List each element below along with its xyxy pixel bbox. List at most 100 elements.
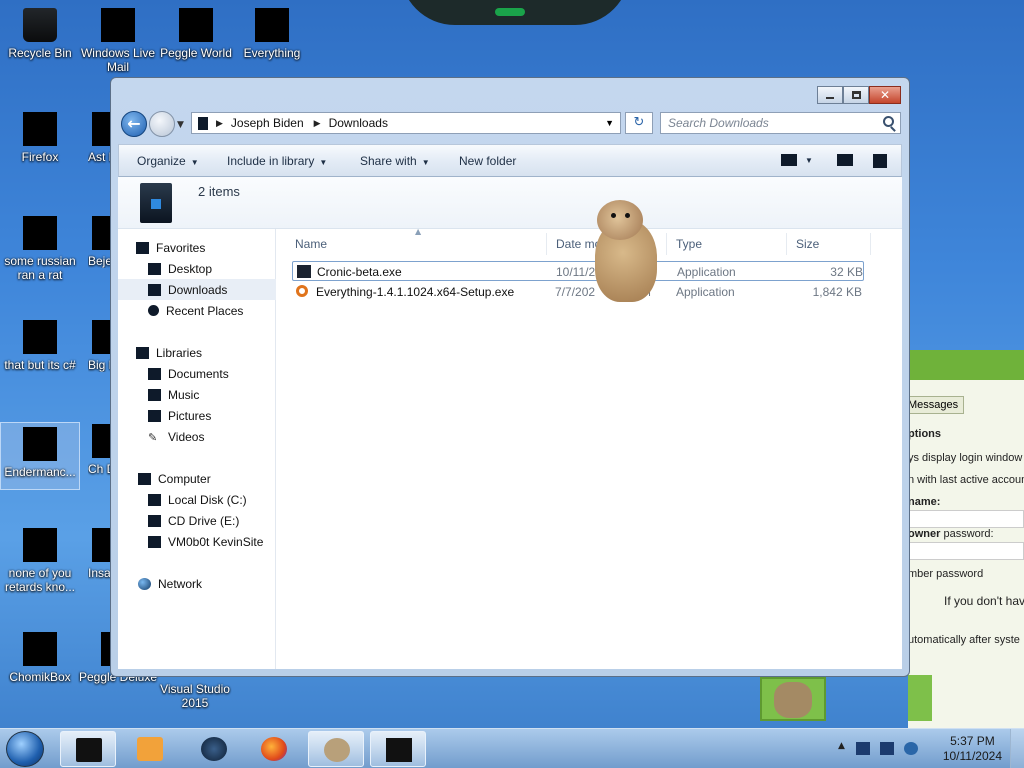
refresh-button[interactable]: ↻ <box>625 112 653 134</box>
nav-videos[interactable]: ✎ Videos <box>118 426 276 447</box>
desktop-icon-label: Everything <box>243 46 301 60</box>
view-options-dropdown[interactable]: ▼ <box>805 156 813 165</box>
nav-network[interactable]: Network <box>138 573 296 594</box>
username-field[interactable] <box>908 510 1024 528</box>
pictures-icon <box>148 409 161 422</box>
file-type: Application <box>677 265 736 279</box>
minimize-button[interactable] <box>817 86 843 104</box>
option-auto-login[interactable]: utomatically after syste <box>908 634 1020 646</box>
nav-computer[interactable]: Computer <box>138 468 296 489</box>
tray-app-icon[interactable] <box>856 742 870 755</box>
terminal-icon <box>386 738 412 762</box>
desktop-icon-some-russian[interactable]: some russian ran a rat <box>0 216 80 282</box>
search-icon[interactable] <box>883 116 894 127</box>
maximize-button[interactable] <box>843 86 869 104</box>
column-divider[interactable] <box>786 233 787 255</box>
file-row[interactable]: Everything-1.4.1.1024.x64-Setup.exe 7/7/… <box>292 282 864 302</box>
app-icon <box>23 528 57 562</box>
taskbar-explorer[interactable] <box>60 731 116 767</box>
column-divider[interactable] <box>870 233 871 255</box>
background-window[interactable]: Messages ptions ys display login window … <box>760 350 1024 728</box>
desktop-icon-endermanch[interactable]: Endermanc... <box>0 422 80 490</box>
help-icon[interactable] <box>873 154 887 168</box>
column-divider[interactable] <box>546 233 547 255</box>
navigation-pane: Favorites Desktop Downloads Recent Place… <box>118 229 276 669</box>
breadcrumb-downloads[interactable]: Downloads <box>329 116 388 130</box>
downloads-icon <box>148 283 161 296</box>
address-bar[interactable]: ▶ Joseph Biden ▶ Downloads ▼ <box>191 112 621 134</box>
show-desktop-button[interactable] <box>1010 729 1024 768</box>
recycle-bin-icon <box>23 8 57 42</box>
recent-places-icon <box>148 305 159 316</box>
desktop-icon <box>148 262 161 275</box>
option-display-login[interactable]: ys display login window <box>908 452 1022 464</box>
password-field[interactable] <box>908 542 1024 560</box>
chevron-down-icon[interactable]: ▼ <box>605 118 614 128</box>
option-remember-password[interactable]: mber password <box>908 568 983 580</box>
nav-documents[interactable]: Documents <box>118 363 276 384</box>
desktop-icon-recycle-bin[interactable]: Recycle Bin <box>0 8 80 60</box>
nav-recent-places[interactable]: Recent Places <box>118 300 276 321</box>
column-header-name[interactable]: Name <box>295 237 327 251</box>
start-button[interactable] <box>6 731 44 767</box>
nav-pictures[interactable]: Pictures <box>118 405 276 426</box>
taskbar-media-player[interactable] <box>122 731 178 767</box>
file-row[interactable]: Cronic-beta.exe 10/11/2 M Application 32… <box>292 261 864 281</box>
preview-pane-icon[interactable] <box>837 154 853 166</box>
nav-libraries[interactable]: Libraries <box>136 342 294 363</box>
taskbar-firefox[interactable] <box>246 731 302 767</box>
explorer-window[interactable]: ✕ ← ▼ ▶ Joseph Biden ▶ Downloads ▼ ↻ Sea… <box>110 77 910 677</box>
desktop-icon-label: some russian ran a rat <box>4 254 76 282</box>
taskbar-terminal-app[interactable] <box>370 731 426 767</box>
desktop-icon-windows-live-mail[interactable]: Windows Live Mail <box>78 8 158 76</box>
options-heading: ptions <box>908 428 941 440</box>
nav-cd-drive[interactable]: CD Drive (E:) <box>118 510 276 531</box>
explorer-content: 2 items Favorites Desktop Downloads Rece… <box>118 177 902 669</box>
forward-button[interactable] <box>149 111 175 137</box>
chevron-right-icon[interactable]: ▶ <box>216 118 223 129</box>
breadcrumb-user[interactable]: Joseph Biden <box>231 116 304 130</box>
organize-button[interactable]: Organize ▼ <box>137 154 199 168</box>
chevron-right-icon[interactable]: ▶ <box>314 118 321 129</box>
desktop-icon-that-but-c-sharp[interactable]: that but its c# <box>0 320 80 372</box>
hamster-desktop-pet[interactable] <box>585 198 663 308</box>
nav-music[interactable]: Music <box>118 384 276 405</box>
share-with-button[interactable]: Share with ▼ <box>360 154 430 168</box>
change-view-icon[interactable] <box>781 154 797 166</box>
desktop-icon-firefox[interactable]: Firefox <box>0 112 80 164</box>
show-hidden-icons-button[interactable]: ▲ <box>838 741 845 751</box>
tab-messages[interactable]: Messages <box>908 396 964 414</box>
desktop-icon-peggle-world[interactable]: Peggle World <box>156 8 236 76</box>
recent-pages-dropdown[interactable]: ▼ <box>177 120 184 130</box>
column-header-size[interactable]: Size <box>796 237 819 251</box>
nav-favorites[interactable]: Favorites <box>136 237 294 258</box>
desktop-icon-everything[interactable]: Everything <box>232 8 312 60</box>
minimize-icon <box>826 97 834 99</box>
nav-local-disk[interactable]: Local Disk (C:) <box>118 489 276 510</box>
back-arrow-icon: ← <box>127 114 141 133</box>
column-header-type[interactable]: Type <box>676 237 702 251</box>
nav-downloads[interactable]: Downloads <box>118 279 276 300</box>
volume-icon[interactable] <box>904 742 918 755</box>
desktop-icon-label: Windows Live Mail <box>80 46 156 74</box>
desktop-icon-none-of-you[interactable]: none of you retards kno... <box>0 528 80 594</box>
clock[interactable]: 5:37 PM 10/11/2024 <box>943 734 1002 764</box>
option-last-account[interactable]: n with last active accoun <box>908 474 1024 486</box>
search-input[interactable]: Search Downloads <box>660 112 901 134</box>
nav-network-site[interactable]: VM0b0t KevinSite <box>118 531 276 552</box>
column-divider[interactable] <box>666 233 667 255</box>
chomikbox-icon <box>23 632 57 666</box>
close-button[interactable]: ✕ <box>869 86 901 104</box>
downloads-folder-icon <box>140 183 172 223</box>
monitor-icon[interactable] <box>880 742 894 755</box>
back-button[interactable]: ← <box>121 111 147 137</box>
nav-desktop[interactable]: Desktop <box>118 258 276 279</box>
taskbar-app-globe[interactable] <box>186 731 242 767</box>
include-in-library-button[interactable]: Include in library ▼ <box>227 154 327 168</box>
taskbar-settings-app[interactable] <box>308 731 364 767</box>
everything-file-icon <box>296 285 308 297</box>
everything-icon <box>255 8 289 42</box>
new-folder-button[interactable]: New folder <box>459 154 516 168</box>
desktop-icon-label: that but its c# <box>4 358 76 372</box>
desktop-icon-chomikbox[interactable]: ChomikBox <box>0 632 80 684</box>
